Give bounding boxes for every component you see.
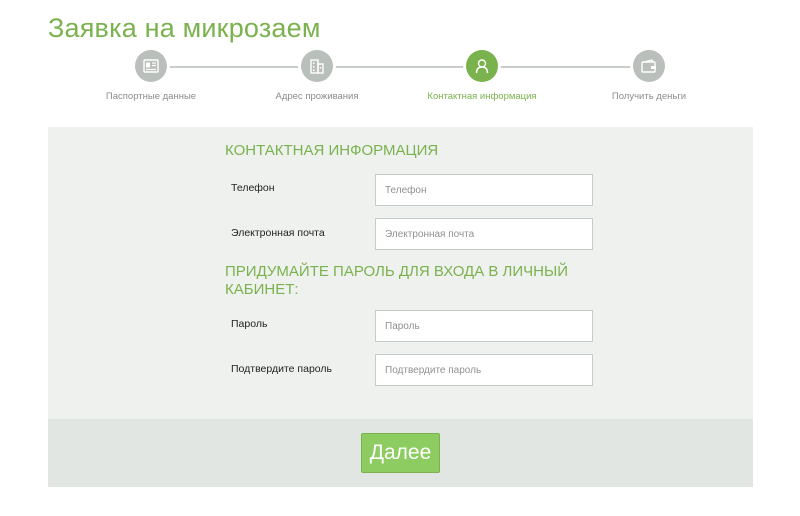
password-input[interactable] bbox=[375, 310, 593, 342]
password-label: Пароль bbox=[231, 318, 268, 330]
step-contact[interactable]: Контактная информация bbox=[402, 50, 562, 102]
password-section-title-line: КАБИНЕТ: bbox=[225, 281, 299, 298]
password-section-title: ПРИДУМАЙТЕ ПАРОЛЬ ДЛЯ ВХОДА В ЛИЧНЫЙ КАБ… bbox=[225, 263, 568, 299]
passport-icon bbox=[135, 50, 167, 82]
step-label: Получить деньги bbox=[611, 91, 687, 102]
phone-input[interactable] bbox=[375, 174, 593, 206]
next-button[interactable]: Далее bbox=[361, 433, 440, 473]
progress-stepper: Паспортные данные Адрес проживания Конта… bbox=[0, 50, 800, 110]
password-section-title-line: ПРИДУМАЙТЕ ПАРОЛЬ ДЛЯ ВХОДА В ЛИЧНЫЙ bbox=[225, 263, 569, 280]
email-label: Электронная почта bbox=[231, 227, 325, 239]
step-label: Адрес проживания bbox=[275, 91, 359, 102]
step-label: Контактная информация bbox=[427, 91, 537, 102]
step-get-money[interactable]: Получить деньги bbox=[569, 50, 729, 102]
email-input[interactable] bbox=[375, 218, 593, 250]
wallet-icon bbox=[633, 50, 665, 82]
building-icon bbox=[301, 50, 333, 82]
confirm-password-input[interactable] bbox=[375, 354, 593, 386]
step-passport[interactable]: Паспортные данные bbox=[71, 50, 231, 102]
step-label: Паспортные данные bbox=[105, 91, 197, 102]
user-icon bbox=[466, 50, 498, 82]
page-title: Заявка на микрозаем bbox=[48, 13, 321, 43]
step-address[interactable]: Адрес проживания bbox=[237, 50, 397, 102]
phone-label: Телефон bbox=[231, 182, 275, 194]
confirm-password-label: Подтвердите пароль bbox=[231, 363, 333, 375]
contact-section-title: КОНТАКТНАЯ ИНФОРМАЦИЯ bbox=[225, 142, 439, 159]
